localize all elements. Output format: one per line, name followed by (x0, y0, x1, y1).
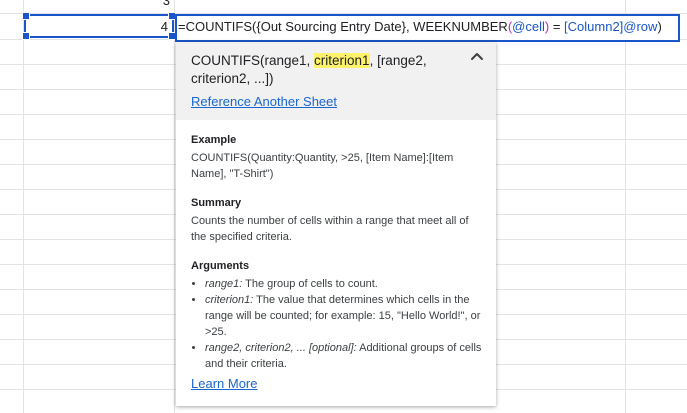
active-cell-value: 4 (160, 19, 168, 34)
argument-name: criterion1: (205, 294, 254, 306)
list-item: range1: The group of cells to count. (205, 276, 482, 292)
argument-name: range2, criterion2, ... [optional]: (205, 342, 357, 354)
summary-text: Counts the number of cells within a rang… (191, 215, 469, 243)
summary-heading: Summary (191, 197, 242, 209)
selection-handle[interactable] (22, 32, 30, 40)
selection-handle[interactable] (22, 12, 30, 20)
function-help-popup: COUNTIFS(range1, criterion1, [range2, cr… (176, 42, 496, 406)
list-item: criterion1: The value that determines wh… (205, 292, 482, 340)
function-signature: COUNTIFS(range1, criterion1, [range2, cr… (191, 52, 451, 88)
formula-function: =COUNTIFS( (178, 19, 257, 34)
popup-body: Example COUNTIFS(Quantity:Quantity, >25,… (176, 120, 496, 372)
argument-description: The group of cells to count. (242, 278, 378, 290)
example-heading: Example (191, 134, 237, 146)
chevron-up-icon[interactable] (468, 48, 486, 66)
signature-text: COUNTIFS(range1, (191, 53, 315, 68)
formula-text: {Out Sourcing Entry Date}, WEEKNUMBER (256, 19, 508, 34)
formula-paren: ) (657, 19, 662, 34)
signature-current-argument: criterion1 (314, 53, 370, 68)
argument-name: range1: (205, 278, 243, 290)
list-item: range2, criterion2, ... [optional]: Addi… (205, 340, 482, 372)
active-cell[interactable]: 4 (22, 12, 176, 40)
example-text: COUNTIFS(Quantity:Quantity, >25, [Item N… (191, 152, 454, 180)
cell-value-row-above[interactable]: 3 (150, 0, 170, 8)
popup-header: COUNTIFS(range1, criterion1, [range2, cr… (176, 42, 496, 120)
formula-cell-reference: @cell (512, 19, 545, 34)
column-divider (625, 0, 626, 413)
learn-more-link[interactable]: Learn More (191, 376, 257, 391)
formula-editor[interactable]: =COUNTIFS({Out Sourcing Entry Date}, WEE… (175, 14, 680, 42)
formula-operator: = (549, 19, 565, 34)
arguments-list: range1: The group of cells to count. cri… (191, 276, 482, 372)
column-divider (23, 0, 24, 413)
reference-another-sheet-link[interactable]: Reference Another Sheet (191, 94, 482, 109)
column-divider (174, 0, 175, 413)
formula-column-reference: [Column2]@row (564, 19, 658, 34)
arguments-heading: Arguments (191, 260, 250, 272)
